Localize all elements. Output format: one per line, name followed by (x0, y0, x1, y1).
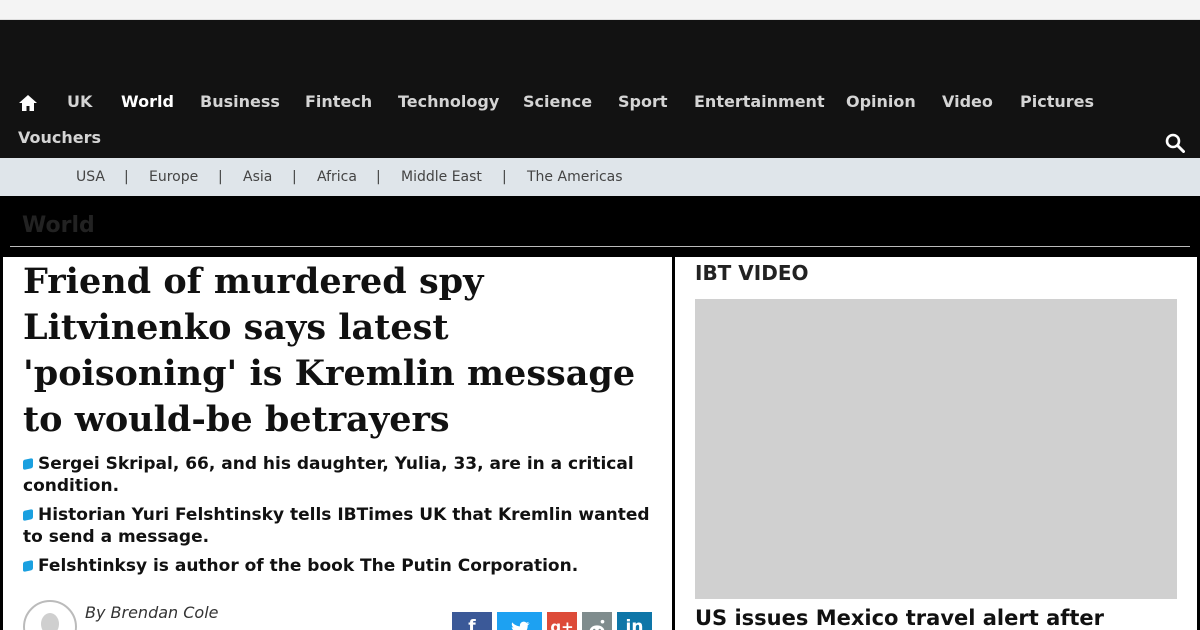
bullet-marker-icon (23, 559, 33, 573)
subnav-item-middle-east[interactable]: Middle East (401, 168, 482, 186)
bullet-marker-icon (23, 457, 33, 471)
linkedin-icon: in (625, 617, 644, 630)
subnav-separator: | (292, 169, 297, 185)
facebook-share-button[interactable]: f (452, 612, 492, 630)
nav-item-science[interactable]: Science (523, 92, 592, 112)
nav-item-world[interactable]: World (121, 92, 174, 112)
subnav-item-asia[interactable]: Asia (243, 168, 272, 186)
linkedin-share-button[interactable]: in (617, 612, 652, 630)
subnav-item-africa[interactable]: Africa (317, 168, 357, 186)
facebook-icon: f (468, 617, 476, 630)
nav-item-pictures[interactable]: Pictures (1020, 92, 1094, 112)
site-header: UK World Business Fintech Technology Sci… (0, 20, 1200, 158)
nav-item-vouchers[interactable]: Vouchers (18, 128, 101, 148)
search-icon[interactable] (1165, 133, 1185, 153)
summary-bullet: Felshtinksy is author of the book The Pu… (23, 555, 663, 577)
bullet-marker-icon (23, 508, 33, 522)
subnav-separator: | (502, 169, 507, 185)
article-headline: Friend of murdered spy Litvinenko says l… (23, 261, 636, 440)
author-byline[interactable]: By Brendan Cole (85, 603, 219, 622)
nav-item-opinion[interactable]: Opinion (846, 92, 916, 112)
google-plus-icon: g+ (550, 618, 574, 630)
home-icon[interactable] (18, 94, 38, 112)
nav-item-business[interactable]: Business (200, 92, 280, 112)
video-player[interactable] (695, 299, 1177, 599)
section-divider (10, 246, 1190, 247)
subnav-separator: | (124, 169, 129, 185)
subnav-separator: | (376, 169, 381, 185)
google-plus-share-button[interactable]: g+ (547, 612, 577, 630)
region-subnav: USA | Europe | Asia | Africa | Middle Ea… (0, 158, 1200, 196)
video-headline-link[interactable]: US issues Mexico travel alert after (695, 605, 1185, 630)
summary-bullet-text: Historian Yuri Felshtinsky tells IBTimes… (23, 505, 650, 547)
twitter-share-button[interactable] (497, 612, 542, 630)
sidebar-panel: IBT VIDEO US issues Mexico travel alert … (675, 257, 1197, 630)
subnav-item-usa[interactable]: USA (76, 168, 105, 186)
sidebar-title: IBT VIDEO (695, 261, 809, 285)
summary-bullet: Sergei Skripal, 66, and his daughter, Yu… (23, 453, 663, 497)
browser-top-strip (0, 0, 1200, 20)
reddit-icon (589, 619, 605, 630)
nav-item-sport[interactable]: Sport (618, 92, 668, 112)
subnav-item-europe[interactable]: Europe (149, 168, 198, 186)
summary-bullet-text: Sergei Skripal, 66, and his daughter, Yu… (23, 454, 634, 496)
nav-item-fintech[interactable]: Fintech (305, 92, 372, 112)
nav-item-video[interactable]: Video (942, 92, 993, 112)
nav-item-entertainment[interactable]: Entertainment (694, 92, 825, 112)
section-title: World (22, 213, 95, 238)
author-avatar[interactable] (23, 600, 77, 630)
twitter-icon (511, 621, 530, 630)
subnav-separator: | (218, 169, 223, 185)
nav-item-technology[interactable]: Technology (398, 92, 499, 112)
nav-item-uk[interactable]: UK (67, 92, 92, 112)
summary-bullet: Historian Yuri Felshtinsky tells IBTimes… (23, 504, 663, 548)
summary-bullet-text: Felshtinksy is author of the book The Pu… (38, 556, 579, 576)
reddit-share-button[interactable] (582, 612, 612, 630)
author-photo-icon (41, 613, 59, 630)
article-panel: Friend of murdered spy Litvinenko says l… (3, 257, 672, 630)
subnav-item-the-americas[interactable]: The Americas (527, 168, 623, 186)
